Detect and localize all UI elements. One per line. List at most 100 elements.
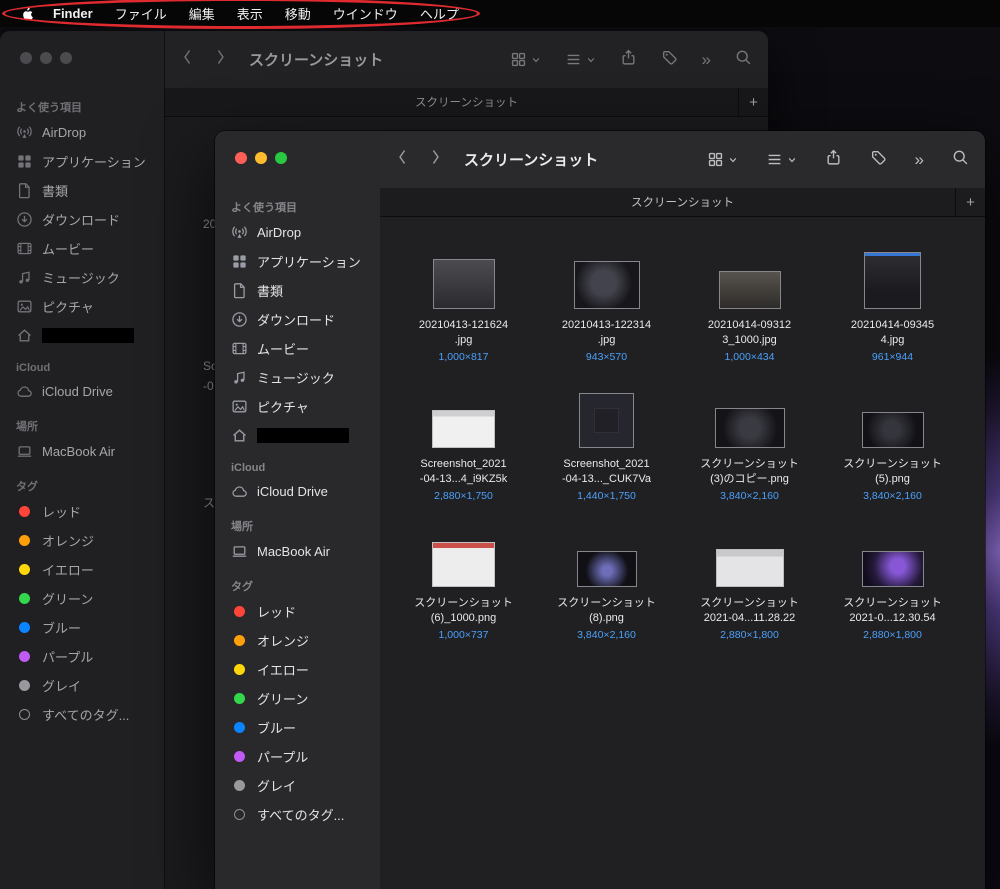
zoom-button[interactable] <box>60 52 72 64</box>
sidebar-item-icloud-drive[interactable]: iCloud Drive <box>8 377 156 406</box>
sidebar-item-music[interactable]: ミュージック <box>8 263 156 292</box>
group-button[interactable] <box>565 51 596 68</box>
tab-screenshot[interactable]: スクリーンショット <box>415 94 518 110</box>
sidebar-item-movies[interactable]: ムービー <box>223 334 372 363</box>
minimize-button[interactable] <box>40 52 52 64</box>
sidebar-tag-green[interactable]: グリーン <box>8 584 156 613</box>
forward-button[interactable] <box>214 47 227 72</box>
window-title: スクリーンショット <box>249 52 384 69</box>
search-icon <box>952 149 969 166</box>
sidebar-tag-red[interactable]: レッド <box>223 597 372 626</box>
close-button[interactable] <box>20 52 32 64</box>
file-item[interactable]: スクリーンショット 2021-04...11.28.22 2,880×1,800 <box>678 525 821 664</box>
view-options-button[interactable] <box>510 51 541 68</box>
file-item[interactable]: スクリーンショット (8).png 3,840×2,160 <box>535 525 678 664</box>
more-toolbar-items-button[interactable]: » <box>915 151 924 168</box>
file-item[interactable]: 20210414-09312 3_1000.jpg 1,000×434 <box>678 247 821 386</box>
sidebar-item-airdrop[interactable]: AirDrop <box>8 118 156 147</box>
file-name: スクリーンショット (6)_1000.png <box>414 597 513 624</box>
sidebar-item-airdrop[interactable]: AirDrop <box>223 218 372 247</box>
close-button[interactable] <box>235 152 247 164</box>
laptop-icon <box>16 443 33 460</box>
group-button[interactable] <box>766 151 797 168</box>
home-icon <box>16 327 33 344</box>
sidebar-all-tags[interactable]: すべてのタグ... <box>8 700 156 729</box>
sidebar-tag-yellow[interactable]: イエロー <box>8 555 156 584</box>
forward-button[interactable] <box>429 147 442 172</box>
new-tab-button[interactable]: + <box>955 188 985 216</box>
menu-go[interactable]: 移動 <box>274 4 322 23</box>
file-item[interactable]: スクリーンショット (3)のコピー.png 3,840×2,160 <box>678 386 821 525</box>
sidebar-item-applications[interactable]: アプリケーション <box>223 247 372 276</box>
sidebar-item-label: iCloud Drive <box>42 384 113 399</box>
downloads-icon <box>16 211 33 228</box>
sidebar-tag-orange[interactable]: オレンジ <box>8 526 156 555</box>
sidebar-tag-purple[interactable]: パープル <box>223 742 372 771</box>
sidebar-item-downloads[interactable]: ダウンロード <box>8 205 156 234</box>
sidebar-item-movies[interactable]: ムービー <box>8 234 156 263</box>
sidebar-item-documents[interactable]: 書類 <box>223 276 372 305</box>
file-item[interactable]: 20210414-09345 4.jpg 961×944 <box>821 247 964 386</box>
icloud-section-label: iCloud <box>231 462 266 474</box>
tag-dot <box>234 693 245 704</box>
tab-screenshot[interactable]: スクリーンショット <box>631 194 734 210</box>
file-item[interactable]: Screenshot_2021 -04-13..._CUK7Va 1,440×1,… <box>535 386 678 525</box>
sidebar-item-macbook-air[interactable]: MacBook Air <box>8 437 156 466</box>
share-button[interactable] <box>825 149 842 171</box>
file-item[interactable]: Screenshot_2021 -04-13...4_i9KZ5k 2,880×1… <box>392 386 535 525</box>
menu-view[interactable]: 表示 <box>226 4 274 23</box>
menu-window[interactable]: ウインドウ <box>322 4 409 23</box>
sidebar-item-pictures[interactable]: ピクチャ <box>223 392 372 421</box>
sidebar-tag-blue[interactable]: ブルー <box>8 613 156 642</box>
file-item[interactable]: スクリーンショット (6)_1000.png 1,000×737 <box>392 525 535 664</box>
view-options-button[interactable] <box>707 151 738 168</box>
menu-help[interactable]: ヘルプ <box>409 4 470 23</box>
sidebar: よく使う項目 AirDrop アプリケーション 書類 ダウンロード ムービー ミ… <box>0 31 165 889</box>
apple-menu[interactable] <box>12 6 42 22</box>
tags-section-label: タグ <box>231 581 253 593</box>
sidebar-item-icloud-drive[interactable]: iCloud Drive <box>223 477 372 506</box>
file-item[interactable]: スクリーンショット 2021-0...12.30.54 2,880×1,800 <box>821 525 964 664</box>
sidebar-item-downloads[interactable]: ダウンロード <box>223 305 372 334</box>
minimize-button[interactable] <box>255 152 267 164</box>
share-button[interactable] <box>620 49 637 71</box>
sidebar-tag-gray[interactable]: グレイ <box>8 671 156 700</box>
sidebar-item-music[interactable]: ミュージック <box>223 363 372 392</box>
finder-window-active[interactable]: よく使う項目 AirDrop アプリケーション 書類 ダウンロード ムービー ミ… <box>215 131 985 889</box>
sidebar-item-pictures[interactable]: ピクチャ <box>8 292 156 321</box>
menu-finder[interactable]: Finder <box>42 6 104 21</box>
sidebar-item-home[interactable] <box>8 321 156 350</box>
sidebar-item-macbook-air[interactable]: MacBook Air <box>223 537 372 566</box>
sidebar-tag-yellow[interactable]: イエロー <box>223 655 372 684</box>
file-thumbnail <box>579 393 634 448</box>
search-button[interactable] <box>952 149 969 171</box>
search-button[interactable] <box>735 49 752 71</box>
sidebar-tag-purple[interactable]: パープル <box>8 642 156 671</box>
back-button[interactable] <box>181 47 194 72</box>
more-toolbar-items-button[interactable]: » <box>702 51 711 68</box>
sidebar-tag-green[interactable]: グリーン <box>223 684 372 713</box>
sidebar-item-documents[interactable]: 書類 <box>8 176 156 205</box>
tags-button[interactable] <box>661 49 678 71</box>
menu-file[interactable]: ファイル <box>104 4 178 23</box>
file-item[interactable]: 20210413-122314 .jpg 943×570 <box>535 247 678 386</box>
sidebar-tag-orange[interactable]: オレンジ <box>223 626 372 655</box>
tags-button[interactable] <box>870 149 887 171</box>
sidebar-tag-blue[interactable]: ブルー <box>223 713 372 742</box>
zoom-button[interactable] <box>275 152 287 164</box>
sidebar-tag-gray[interactable]: グレイ <box>223 771 372 800</box>
file-browser-content[interactable]: 20210413-121624 .jpg 1,000×817 20210413-1… <box>380 217 985 889</box>
file-item[interactable]: 20210413-121624 .jpg 1,000×817 <box>392 247 535 386</box>
sidebar-tag-red[interactable]: レッド <box>8 497 156 526</box>
menu-edit[interactable]: 編集 <box>178 4 226 23</box>
sidebar-item-home[interactable] <box>223 421 372 450</box>
sidebar-all-tags[interactable]: すべてのタグ... <box>223 800 372 829</box>
sidebar-item-applications[interactable]: アプリケーション <box>8 147 156 176</box>
back-button[interactable] <box>396 147 409 172</box>
file-thumbnail <box>432 259 495 309</box>
file-item[interactable]: スクリーンショット (5).png 3,840×2,160 <box>821 386 964 525</box>
new-tab-button[interactable]: + <box>738 88 768 116</box>
tag-label: ブルー <box>257 721 297 736</box>
file-name: 20210413-121624 .jpg <box>418 319 509 346</box>
tag-dot <box>19 535 30 546</box>
